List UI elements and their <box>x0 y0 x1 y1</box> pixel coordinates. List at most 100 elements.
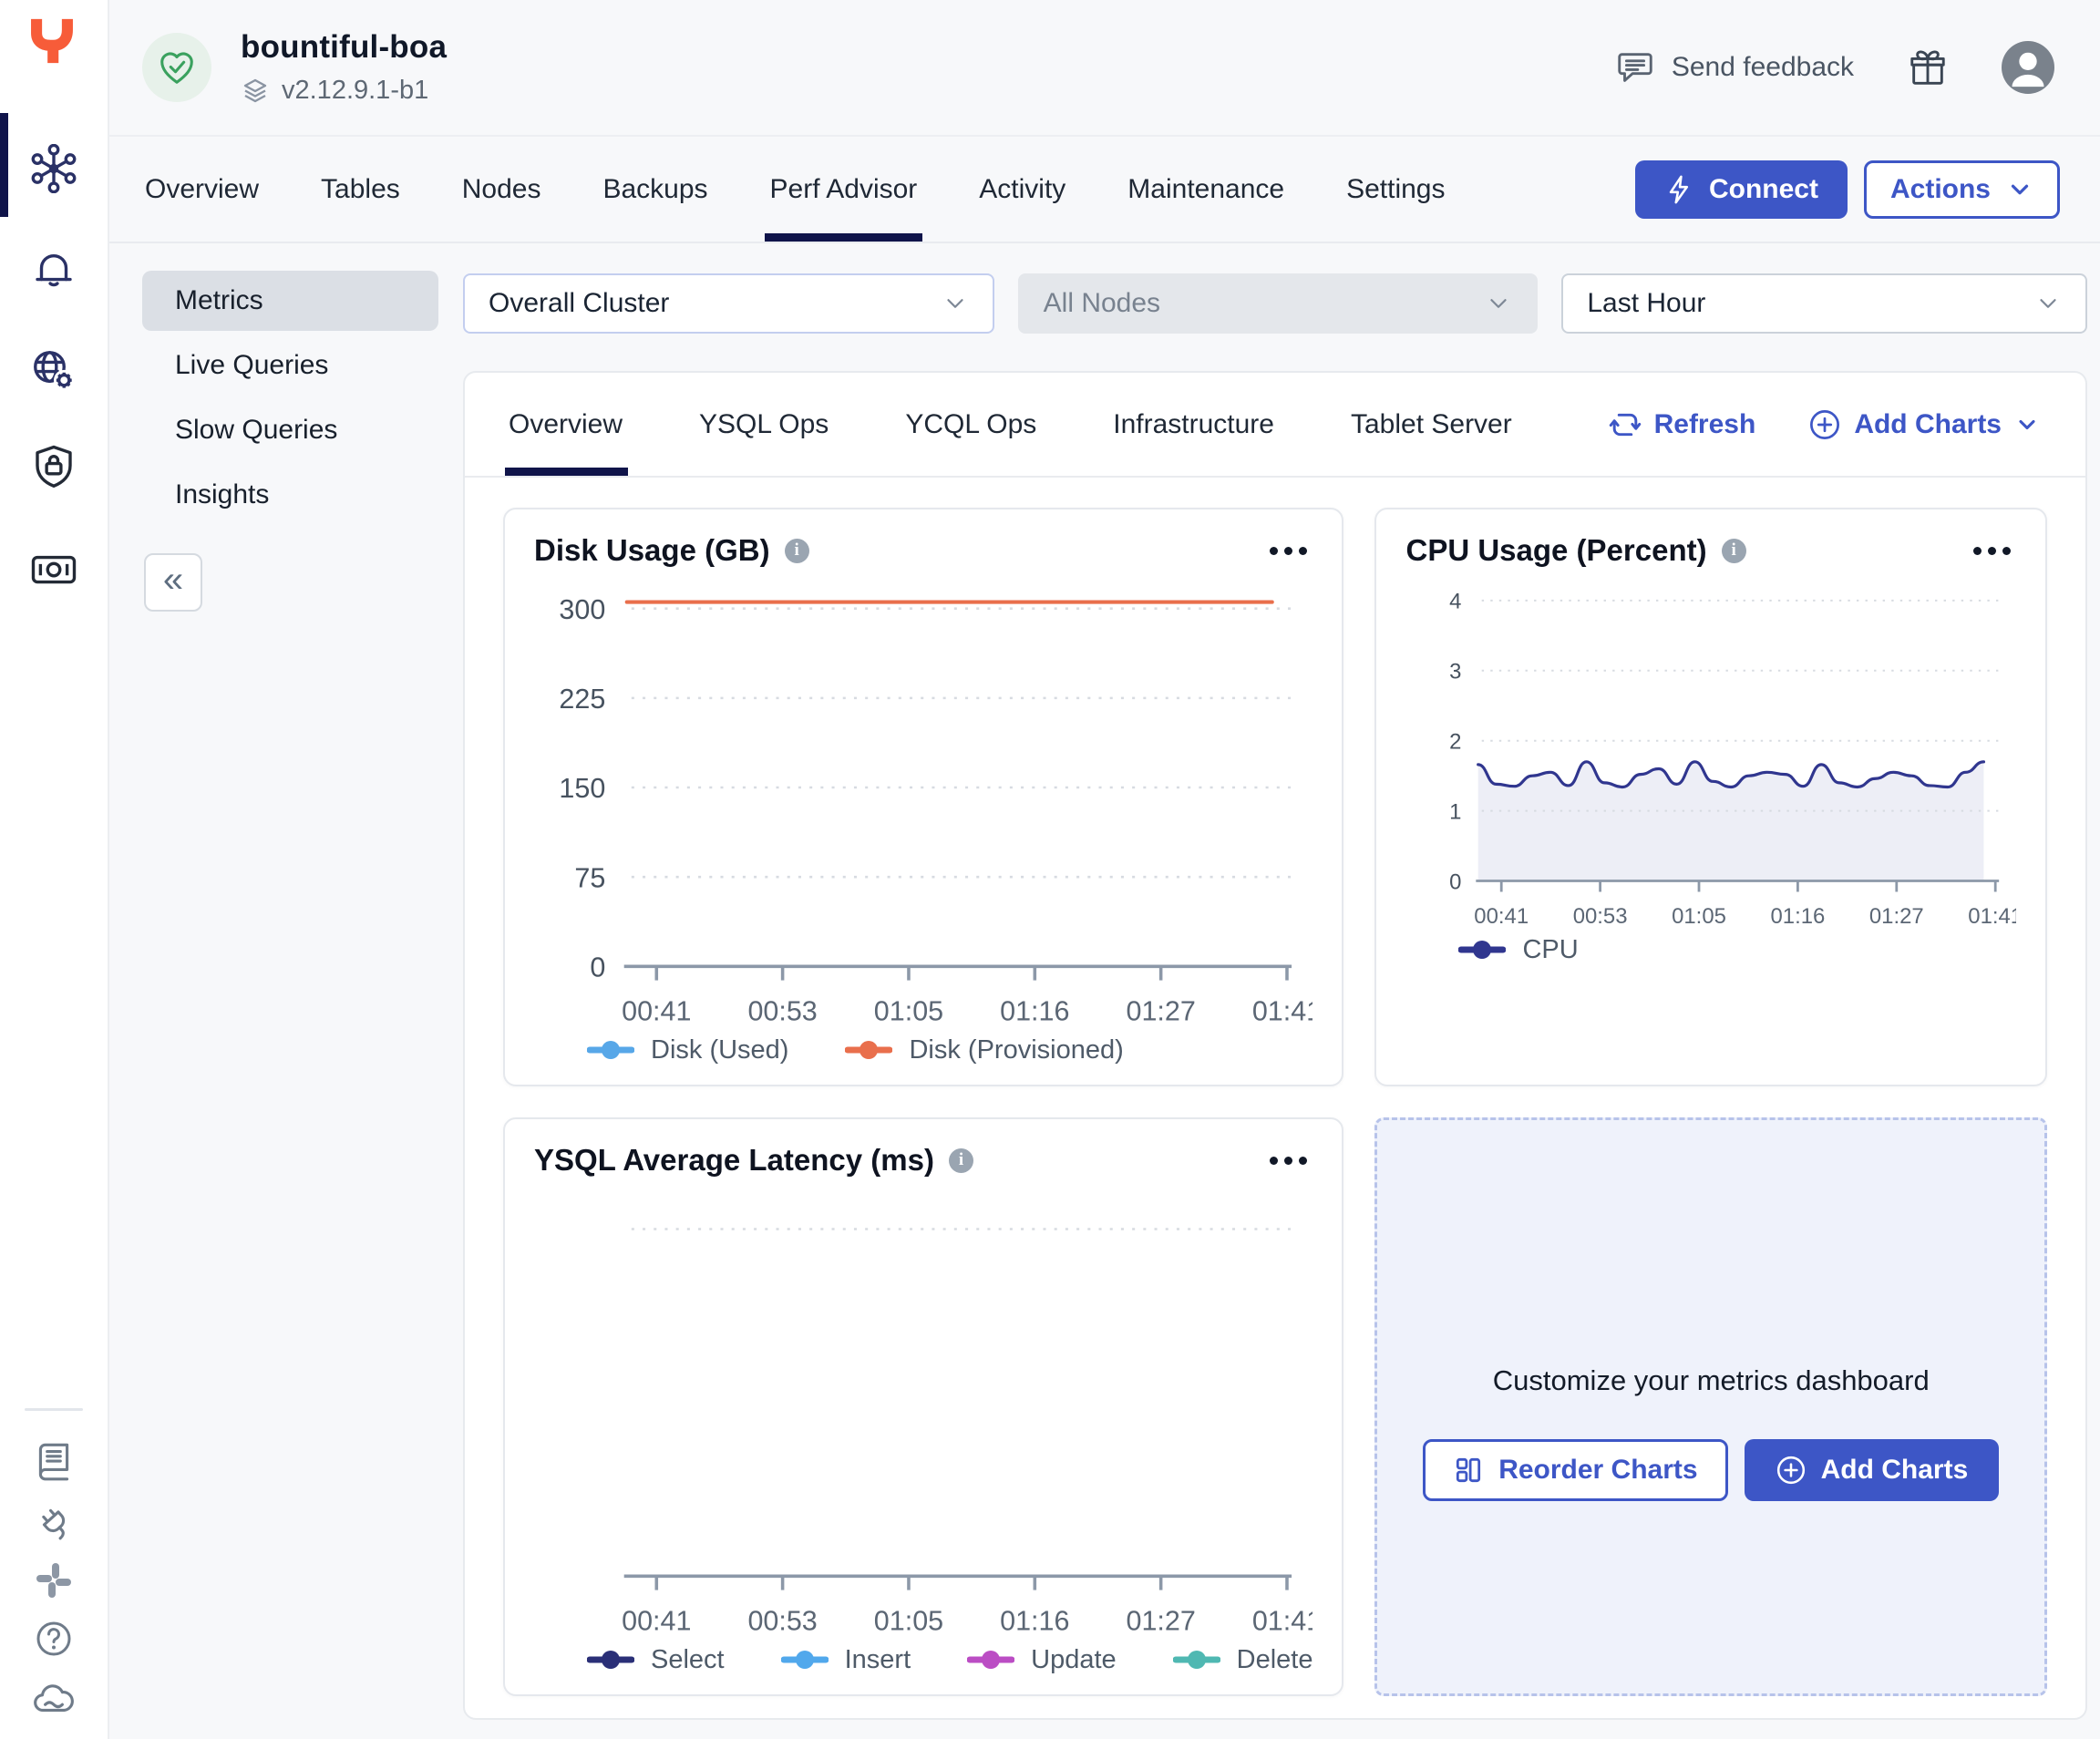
chevron-down-icon <box>2034 290 2062 317</box>
yugabyte-logo-icon[interactable] <box>26 15 78 72</box>
svg-text:01:16: 01:16 <box>1771 904 1826 929</box>
tab-overview[interactable]: Overview <box>142 137 262 242</box>
legend-item-insert[interactable]: Insert <box>781 1645 911 1675</box>
collapse-icon: « <box>163 561 183 598</box>
svg-text:00:41: 00:41 <box>622 995 691 1026</box>
tab-perf-advisor[interactable]: Perf Advisor <box>767 137 921 242</box>
metrics-tab-ycql-ops[interactable]: YCQL Ops <box>901 373 1040 476</box>
svg-text:00:41: 00:41 <box>1475 904 1529 929</box>
legend-label: Insert <box>845 1645 911 1675</box>
refresh-button[interactable]: Refresh <box>1603 407 1762 442</box>
page-title: bountiful-boa <box>241 29 447 66</box>
tab-backups[interactable]: Backups <box>600 137 710 242</box>
metrics-tab-tablet-server[interactable]: Tablet Server <box>1347 373 1516 476</box>
tab-settings[interactable]: Settings <box>1343 137 1447 242</box>
svg-text:01:05: 01:05 <box>874 1605 943 1636</box>
send-feedback-button[interactable]: Send feedback <box>1609 46 1859 89</box>
gift-icon[interactable] <box>1901 46 1954 89</box>
actions-button[interactable]: Actions <box>1864 160 2060 219</box>
chart-title: YSQL Average Latency (ms) <box>534 1143 934 1178</box>
cluster-top-buttons: Connect Actions <box>1635 160 2060 219</box>
chart-title: Disk Usage (GB) <box>534 533 770 568</box>
info-icon[interactable]: i <box>785 539 809 563</box>
alerts-bell-icon[interactable] <box>0 242 108 292</box>
clusters-icon[interactable] <box>0 144 108 193</box>
chevron-down-icon <box>2014 412 2040 437</box>
legend-label: Disk (Used) <box>651 1035 788 1065</box>
add-charts-primary-button[interactable]: Add Charts <box>1745 1439 2000 1501</box>
legend-item-select[interactable]: Select <box>587 1645 725 1675</box>
legend-marker-icon <box>1458 940 1506 960</box>
time-range-select[interactable]: Last Hour <box>1561 273 2087 334</box>
reorder-grid-icon <box>1453 1455 1484 1486</box>
chart-menu-button[interactable] <box>1264 1151 1312 1170</box>
security-shield-icon[interactable] <box>0 443 108 492</box>
svg-text:01:05: 01:05 <box>874 995 943 1026</box>
legend-item-cpu[interactable]: CPU <box>1458 935 1578 965</box>
svg-text:1: 1 <box>1450 799 1462 824</box>
cluster-tabs: Overview Tables Nodes Backups Perf Advisor Ac… <box>142 137 1448 242</box>
metrics-tab-infrastructure[interactable]: Infrastructure <box>1109 373 1278 476</box>
add-charts-button[interactable]: Add Charts <box>1803 407 2045 442</box>
integrations-plug-icon[interactable] <box>0 1498 108 1544</box>
svg-text:300: 300 <box>559 594 605 625</box>
svg-text:75: 75 <box>574 862 605 893</box>
chart-menu-button[interactable] <box>1968 541 2016 561</box>
legend-marker-icon <box>587 1650 634 1670</box>
user-avatar[interactable] <box>1996 40 2060 95</box>
cluster-scope-select[interactable]: Overall Cluster <box>463 273 994 334</box>
collapse-sidebar-button[interactable]: « <box>144 553 202 612</box>
svg-text:2: 2 <box>1450 729 1462 754</box>
header-actions: Send feedback <box>1609 40 2060 95</box>
docs-book-icon[interactable] <box>0 1438 108 1484</box>
metrics-toolbar: Refresh Add Charts <box>1603 407 2045 442</box>
legend-label: Update <box>1031 1645 1117 1675</box>
cloud-status-icon[interactable] <box>0 1677 108 1723</box>
slack-icon[interactable] <box>0 1559 108 1602</box>
legend-item-disk-provisioned[interactable]: Disk (Provisioned) <box>845 1035 1123 1065</box>
legend-marker-icon <box>781 1650 829 1670</box>
svg-text:01:16: 01:16 <box>1000 1605 1069 1636</box>
main-area: bountiful-boa v2.12.9.1-b1 Send feedback <box>109 0 2100 1739</box>
network-settings-icon[interactable] <box>0 346 108 396</box>
tab-nodes[interactable]: Nodes <box>459 137 544 242</box>
legend-item-disk-used[interactable]: Disk (Used) <box>587 1035 788 1065</box>
svg-text:01:27: 01:27 <box>1869 904 1924 929</box>
tab-activity[interactable]: Activity <box>976 137 1068 242</box>
chevron-down-icon <box>1485 290 1512 317</box>
reorder-charts-button[interactable]: Reorder Charts <box>1423 1439 1727 1501</box>
metrics-tab-overview[interactable]: Overview <box>505 373 626 476</box>
svg-text:225: 225 <box>559 684 605 715</box>
metrics-tab-mas[interactable]: Mas <box>1585 373 1589 476</box>
metrics-tab-ysql-ops[interactable]: YSQL Ops <box>695 373 832 476</box>
billing-icon[interactable] <box>0 545 108 594</box>
svg-text:01:41: 01:41 <box>1252 995 1313 1026</box>
connect-button[interactable]: Connect <box>1635 160 1848 219</box>
svg-text:00:53: 00:53 <box>747 1605 817 1636</box>
tab-maintenance[interactable]: Maintenance <box>1125 137 1287 242</box>
sidebar-item-insights[interactable]: Insights <box>142 465 438 525</box>
refresh-icon <box>1609 408 1642 441</box>
chart-menu-button[interactable] <box>1264 541 1312 561</box>
version-row: v2.12.9.1-b1 <box>241 76 447 106</box>
svg-text:01:27: 01:27 <box>1126 1605 1195 1636</box>
cpu-usage-plot: 0123400:4100:5301:0501:1601:2701:41 <box>1405 571 2016 935</box>
chevron-down-icon <box>942 290 969 317</box>
info-icon[interactable]: i <box>949 1148 973 1173</box>
sidebar-item-live-queries[interactable]: Live Queries <box>142 335 438 396</box>
feedback-chat-icon <box>1614 46 1656 88</box>
legend-item-delete[interactable]: Delete <box>1173 1645 1313 1675</box>
svg-text:150: 150 <box>559 773 605 804</box>
heart-check-icon <box>156 46 198 88</box>
sidebar-item-slow-queries[interactable]: Slow Queries <box>142 400 438 460</box>
info-icon[interactable]: i <box>1722 539 1746 563</box>
chart-legend: CPU <box>1405 935 2016 965</box>
svg-text:0: 0 <box>590 952 605 983</box>
tab-tables[interactable]: Tables <box>318 137 403 242</box>
lightning-icon <box>1664 174 1695 205</box>
legend-item-update[interactable]: Update <box>967 1645 1117 1675</box>
help-icon[interactable] <box>0 1617 108 1661</box>
svg-text:3: 3 <box>1450 660 1462 684</box>
sidebar-item-metrics[interactable]: Metrics <box>142 271 438 331</box>
chart-legend: Disk (Used) Disk (Provisioned) <box>534 1035 1312 1065</box>
